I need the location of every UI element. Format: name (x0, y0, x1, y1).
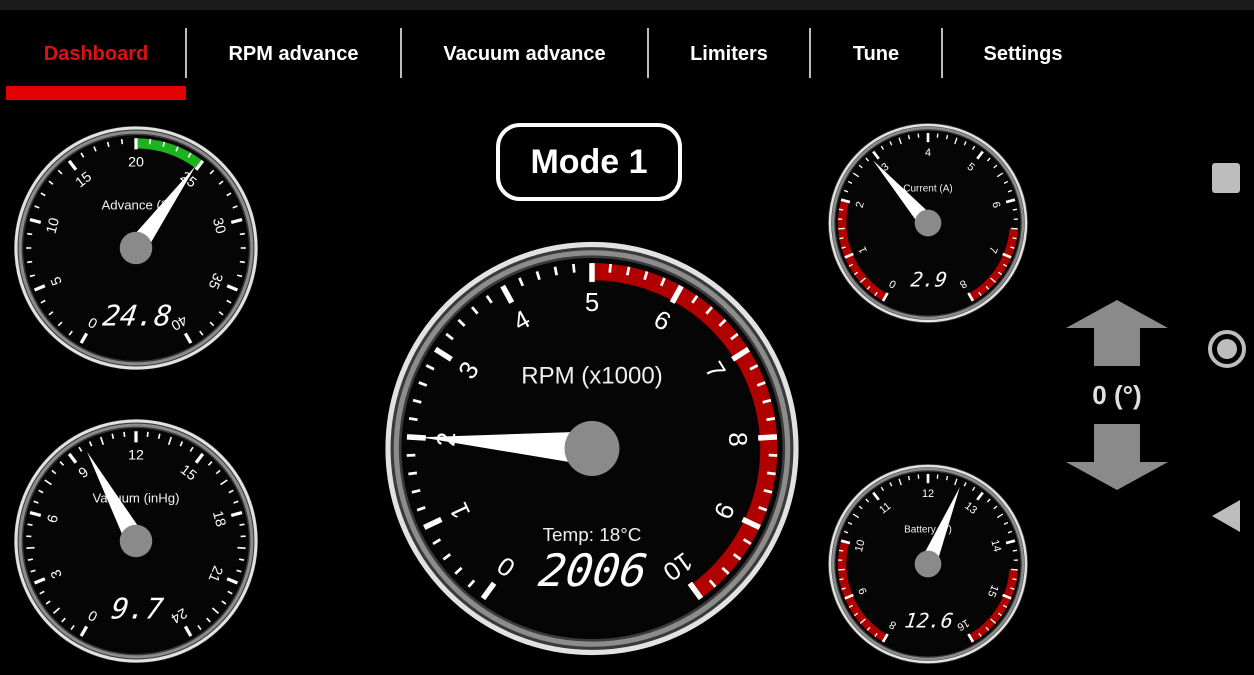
arrow-up-icon[interactable] (1066, 300, 1168, 366)
tab-settings[interactable]: Settings (943, 10, 1103, 98)
vacuum-gauge: 03691215182124Vacuum (inHg)9.7 (14, 419, 258, 663)
circle-home-icon[interactable] (1206, 328, 1248, 370)
gauge-minor-tick (608, 263, 612, 273)
gauge-hub (119, 231, 153, 265)
gauge-hub (119, 524, 153, 558)
advance-gauge: 0510152025303540Advance (°)24.8 (14, 126, 258, 370)
tab-limiters[interactable]: Limiters (649, 10, 809, 98)
gauge-minor-tick (123, 431, 126, 437)
gauge-major-tick (758, 434, 778, 441)
square-recents-icon[interactable] (1212, 163, 1240, 193)
gauge-digital-readout: 12.6 (903, 608, 954, 632)
triangle-back-icon[interactable] (1212, 500, 1240, 532)
gauge-minor-tick (838, 549, 844, 552)
gauge-minor-tick (146, 431, 149, 437)
gauge-minor-tick (766, 471, 776, 476)
gauge-minor-tick (945, 134, 949, 140)
gauge-minor-tick (27, 260, 33, 264)
gauge-tick-label: 8 (723, 431, 752, 447)
gauge-minor-tick (766, 416, 776, 422)
gauge-label: RPM (x1000) (521, 362, 662, 389)
gauge-tick-label: 5 (585, 289, 599, 317)
gauge-minor-tick (945, 475, 949, 481)
gauge-tick-label: 20 (128, 154, 144, 170)
gauge-minor-tick (553, 266, 559, 276)
gauge-minor-tick (157, 433, 161, 439)
gauge-digital-readout: 24.8 (101, 298, 174, 332)
rpm-gauge: 012345678910RPM (x1000)Temp: 18°C2006 (385, 241, 799, 656)
tab-vacuum-advance[interactable]: Vacuum advance (402, 10, 647, 98)
gauge-minor-tick (625, 266, 631, 276)
gauge-minor-tick (238, 558, 245, 561)
gauge-minor-tick (27, 232, 33, 236)
gauge-minor-tick (111, 433, 115, 439)
adjust-value: 0 (°) (1092, 380, 1142, 410)
tab-tune[interactable]: Tune (811, 10, 941, 98)
gauge-minor-tick (1012, 549, 1018, 552)
gauge-minor-tick (237, 546, 246, 549)
current-gauge: 012345678Current (A)2.9 (828, 123, 1028, 323)
gauge-digital-readout: 2.9 (909, 267, 948, 291)
gauge-minor-tick (239, 523, 245, 526)
active-tab-indicator (6, 86, 186, 100)
gauge-minor-tick (838, 208, 844, 211)
gauge-minor-tick (907, 134, 911, 140)
tab-rpm-advance[interactable]: RPM advance (187, 10, 400, 98)
gauge-minor-tick (572, 263, 576, 273)
gauge-minor-tick (26, 546, 35, 549)
gauge-minor-tick (839, 237, 844, 240)
gauge-tick-label: 12 (128, 447, 144, 463)
gauge-tick-label: 12 (922, 488, 934, 500)
gauge-digital-readout: 9.7 (109, 591, 165, 625)
status-bar (0, 0, 1254, 10)
gauge-minor-tick (1012, 578, 1017, 581)
gauge-minor-tick (120, 139, 124, 145)
battery-gauge: 8910111213141516Battery (V)12.6 (828, 464, 1028, 664)
gauge-minor-tick (239, 260, 245, 264)
mode-button[interactable]: Mode 1 (496, 123, 682, 201)
gauge-digital-readout: 2006 (536, 544, 651, 597)
gauge-minor-tick (1012, 208, 1018, 211)
arrow-down-icon[interactable] (1066, 424, 1168, 490)
tab-dashboard[interactable]: Dashboard (6, 10, 186, 98)
gauge-label: Current (A) (903, 183, 952, 194)
tab-bar: Dashboard RPM advance Vacuum advance Lim… (0, 10, 1254, 102)
gauge-hub (564, 421, 620, 476)
gauge-minor-tick (907, 475, 911, 481)
gauge-minor-tick (1012, 237, 1017, 240)
gauge-hub (914, 209, 942, 237)
gauge-minor-tick (408, 471, 418, 476)
gauge-hub (914, 550, 942, 578)
gauge-minor-tick (408, 416, 418, 422)
gauge-minor-tick (839, 578, 844, 581)
gauge-minor-tick (27, 558, 34, 561)
gauge-tick-label: 4 (925, 147, 931, 159)
gauge-minor-tick (27, 523, 33, 526)
gauge-minor-tick (148, 139, 152, 145)
gauge-minor-tick (239, 232, 245, 236)
